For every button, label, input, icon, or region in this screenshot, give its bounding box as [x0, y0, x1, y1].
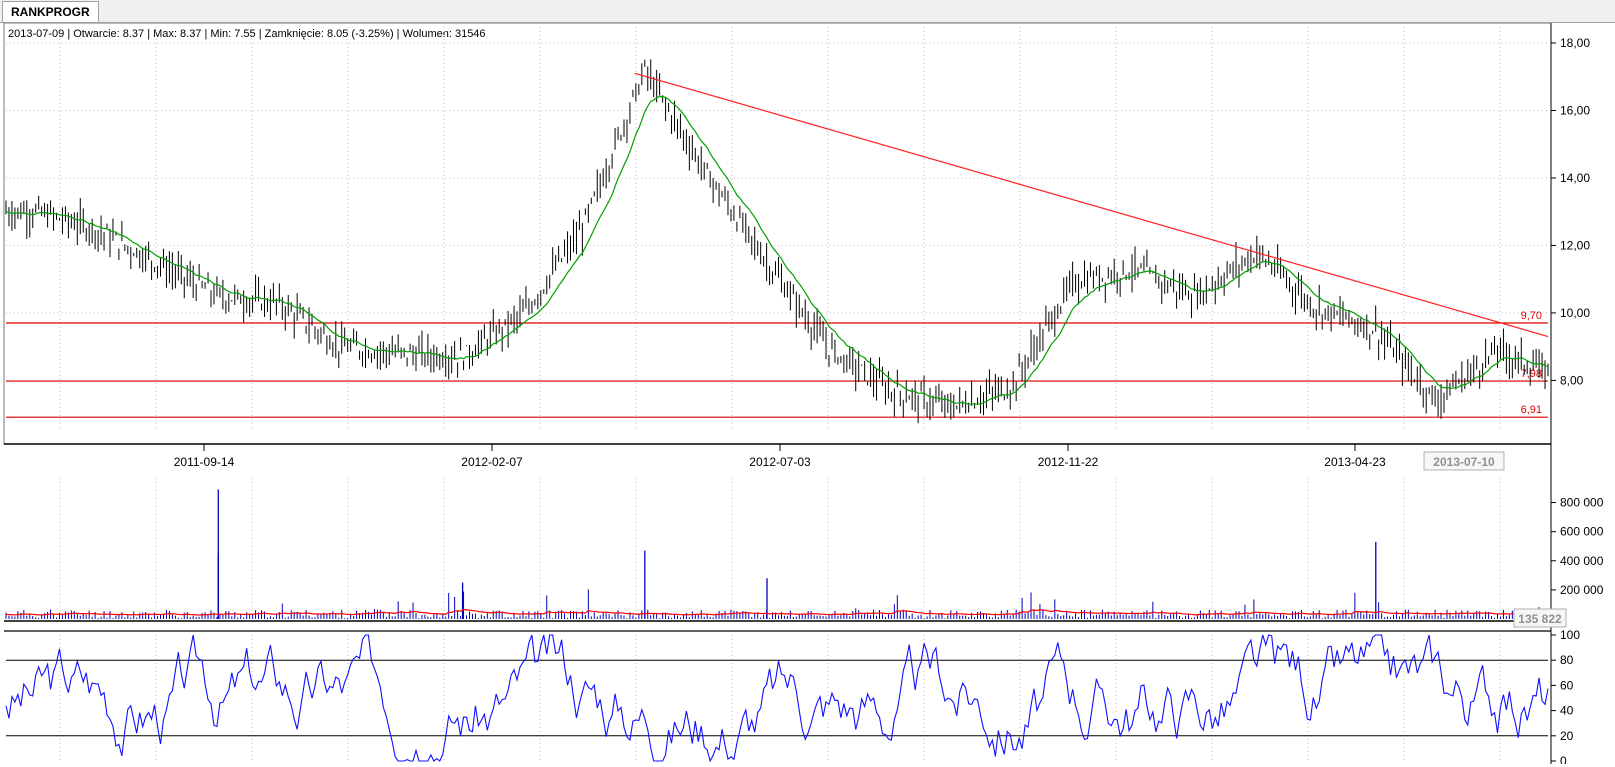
osc-y-tick-label: 0 — [1560, 754, 1567, 764]
osc-y-tick-label: 20 — [1560, 729, 1574, 743]
vol-y-tick-label: 400 000 — [1560, 554, 1604, 568]
vol-y-tick-label: 200 000 — [1560, 583, 1604, 597]
oscillator-line — [5, 634, 1549, 763]
osc-y-tick-label: 40 — [1560, 704, 1574, 718]
chart-area: 2013-07-09 | Otwarcie: 8.37 | Max: 8.37 … — [0, 22, 1615, 767]
x-tick-label: 2013-04-23 — [1324, 455, 1386, 469]
price-y-axis: 8,00 10,00 12,00 14,00 16,00 18,00 — [1551, 36, 1590, 387]
osc-y-tick-label: 80 — [1560, 653, 1574, 667]
last-date-label: 2013-07-10 — [1433, 455, 1495, 469]
y-tick-label: 8,00 — [1560, 373, 1584, 387]
y-tick-label: 12,00 — [1560, 238, 1590, 252]
trendline — [634, 72, 1549, 338]
osc-y-tick-label: 60 — [1560, 678, 1574, 692]
volume-panel: 200 000 400 000 600 000 800 000 135 822 — [5, 489, 1604, 628]
tab-bar: RANKPROGR — [0, 0, 1615, 23]
y-tick-label: 18,00 — [1560, 36, 1590, 50]
info-line: 2013-07-09 | Otwarcie: 8.37 | Max: 8.37 … — [8, 28, 486, 40]
vol-y-tick-label: 600 000 — [1560, 525, 1604, 539]
ma-line-path — [5, 95, 1549, 405]
tab-rankprogr[interactable]: RANKPROGR — [2, 1, 99, 22]
x-tick-label: 2012-11-22 — [1038, 455, 1099, 469]
support-line-label: 6,91 — [1521, 404, 1542, 416]
y-tick-label: 10,00 — [1560, 306, 1590, 320]
oscillator-panel: 0 20 40 60 80 100 — [4, 628, 1580, 767]
trendline-path — [634, 72, 1549, 338]
last-volume-label: 135 822 — [1518, 612, 1562, 626]
support-line-label: 9,70 — [1521, 310, 1542, 322]
x-tick-label: 2012-02-07 — [461, 455, 523, 469]
x-tick-label: 2012-07-03 — [749, 455, 811, 469]
volume-ma-line — [5, 608, 1549, 616]
date-x-axis: 2011-09-14 2012-02-07 2012-07-03 2012-11-22… — [174, 444, 1505, 471]
stock-chart-svg[interactable]: 2013-07-09 | Otwarcie: 8.37 | Max: 8.37 … — [0, 22, 1615, 767]
grid — [6, 27, 1548, 761]
moving-average — [5, 95, 1549, 405]
osc-y-tick-label: 100 — [1560, 628, 1580, 642]
vol-y-tick-label: 800 000 — [1560, 496, 1604, 510]
x-tick-label: 2011-09-14 — [174, 455, 235, 469]
y-tick-label: 14,00 — [1560, 171, 1590, 185]
y-tick-label: 16,00 — [1560, 103, 1590, 117]
